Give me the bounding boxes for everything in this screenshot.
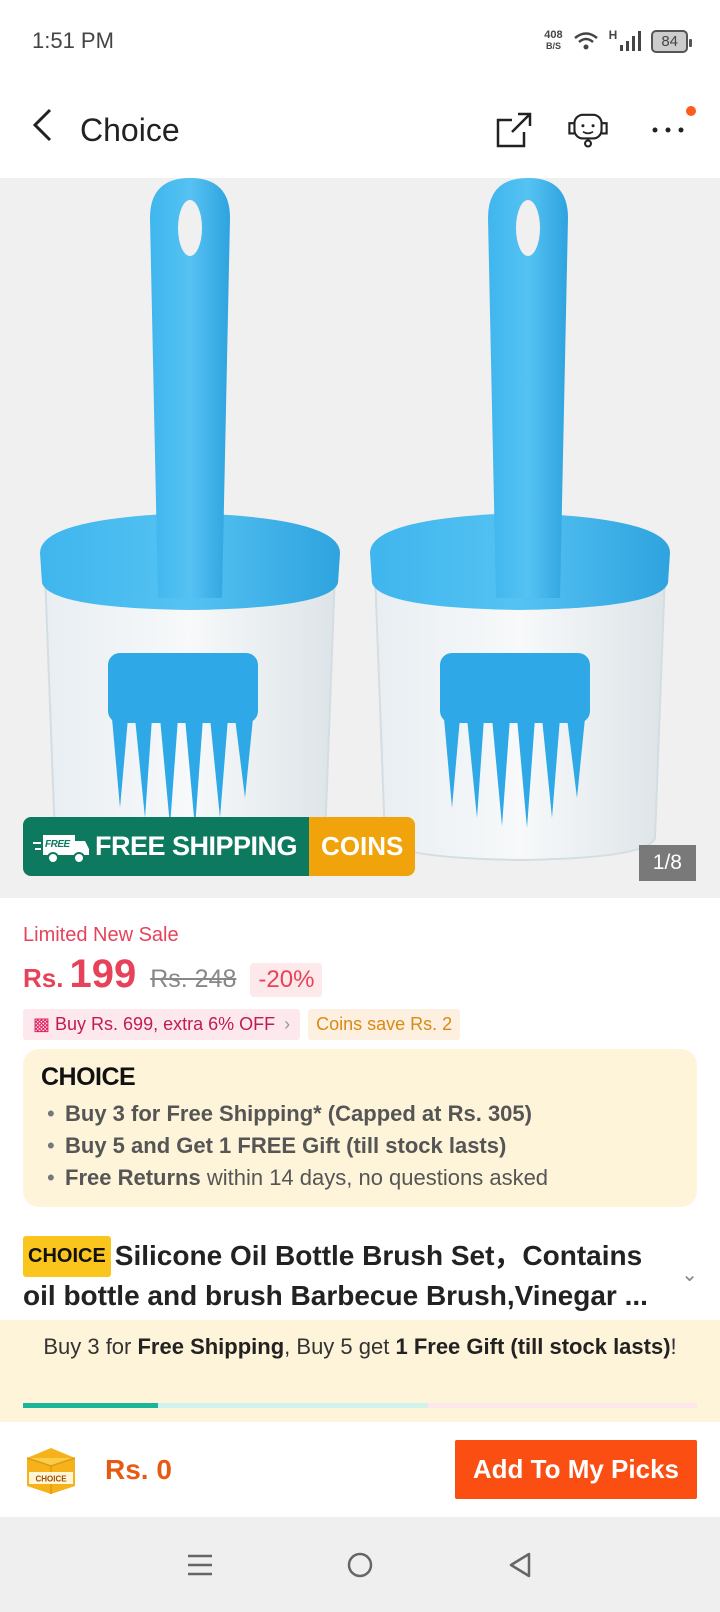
progress-fill [23,1403,158,1408]
progress-segment-3 [428,1403,697,1408]
status-time: 1:51 PM [32,28,114,53]
add-to-my-picks-button[interactable]: Add To My Picks [454,1440,697,1499]
benefit-bold: Free Returns [65,1165,201,1190]
benefit-item: Free Returns within 14 days, no question… [41,1162,679,1194]
status-bar: 1:51 PM 408 B/S H 84 [0,0,720,82]
bundle-text-2: , Buy 5 get [284,1334,396,1359]
bundle-text-3: ! [670,1334,677,1359]
bundle-progress-bar [23,1403,697,1408]
choice-tag: CHOICE [23,1236,111,1277]
choice-box-label: CHOICE [35,1474,67,1483]
coins-save-promo: Coins save Rs. 2 [308,1009,461,1040]
coupon-icon: ▩ [33,1014,51,1034]
choice-benefits-list: Buy 3 for Free Shipping* (Capped at Rs. … [41,1098,679,1194]
recent-apps-icon[interactable] [185,1550,215,1580]
back-icon[interactable] [505,1550,535,1580]
battery-icon: 84 [651,29,692,53]
free-shipping-label: FREE SHIPPING [95,831,298,861]
system-nav-bar [0,1517,720,1612]
truck-icon: FREE [33,834,89,864]
back-arrow-icon[interactable] [30,107,80,153]
top-bar: Choice [0,82,720,178]
bundle-bold-1: Free Shipping [137,1334,285,1359]
network-type: H [608,28,618,42]
product-image [40,178,670,862]
notification-dot [686,106,696,116]
benefit-bold: Buy 5 and Get 1 FREE Gift (till stock la… [65,1133,507,1158]
home-icon[interactable] [345,1550,375,1580]
price-currency: Rs. [23,963,64,993]
wifi-icon [573,32,598,50]
sale-label: Limited New Sale [23,924,179,946]
benefit-text: within 14 days, no questions asked [200,1165,549,1190]
bundle-offer-text: Buy 3 for Free Shipping, Buy 5 get 1 Fre… [40,1334,680,1359]
current-price: 199 [69,952,137,996]
coins-badge: COINS [309,817,416,876]
choice-logo: CHOICE [41,1063,136,1091]
network-speed-unit: B/S [545,41,561,51]
bundle-bold-2: 1 Free Gift (till stock lasts) [395,1334,671,1359]
bottom-action-bar: CHOICE Rs. 0 Add To My Picks [0,1422,720,1517]
network-speed-value: 408 [544,29,563,41]
discount-badge: -20% [250,963,323,997]
chevron-down-icon[interactable]: ⌄ [681,1262,698,1287]
progress-segment-2 [158,1403,428,1408]
signal-icon [620,31,642,51]
benefit-item: Buy 3 for Free Shipping* (Capped at Rs. … [41,1098,679,1130]
picks-amount: Rs. 0 [105,1453,172,1485]
promo-row: ▩ Buy Rs. 699, extra 6% OFF › Coins save… [23,1009,461,1040]
bundle-discount-promo[interactable]: ▩ Buy Rs. 699, extra 6% OFF › [23,1009,301,1040]
bundle-text-1: Buy 3 for [43,1334,138,1359]
brush-bottle-left [40,178,340,862]
original-price: Rs. 248 [150,965,237,993]
truck-free-text: FREE [45,839,71,850]
customer-service-icon[interactable] [566,108,610,152]
page-title: Choice [80,111,180,148]
free-shipping-badge: FREE FREE SHIPPING [23,817,310,876]
product-title[interactable]: CHOICE Silicone Oil Bottle Brush Set，Cont… [23,1236,673,1314]
free-shipping-coins-banner: FREE FREE SHIPPING COINS [23,817,416,876]
product-image-gallery[interactable] [0,178,720,898]
image-counter: 1/8 [638,845,696,881]
bundle-discount-text: Buy Rs. 699, extra 6% OFF [55,1014,276,1034]
benefit-bold: Buy 3 for Free Shipping* (Capped at Rs. … [65,1101,532,1126]
share-icon[interactable] [492,108,536,152]
brush-bottle-right [370,178,670,862]
price-row: Rs. 199 Rs. 248 -20% [23,952,323,997]
choice-box-icon[interactable]: CHOICE [23,1444,79,1496]
benefit-item: Buy 5 and Get 1 FREE Gift (till stock la… [41,1130,679,1162]
choice-benefits-box[interactable]: CHOICE Buy 3 for Free Shipping* (Capped … [23,1049,697,1207]
product-title-text: Silicone Oil Bottle Brush Set，Contains o… [23,1240,648,1311]
chevron-right-icon: › [284,1014,291,1034]
network-speed: 408 B/S [544,30,562,52]
more-options-icon[interactable] [646,108,690,152]
status-icons: 408 B/S H 84 [544,28,692,53]
